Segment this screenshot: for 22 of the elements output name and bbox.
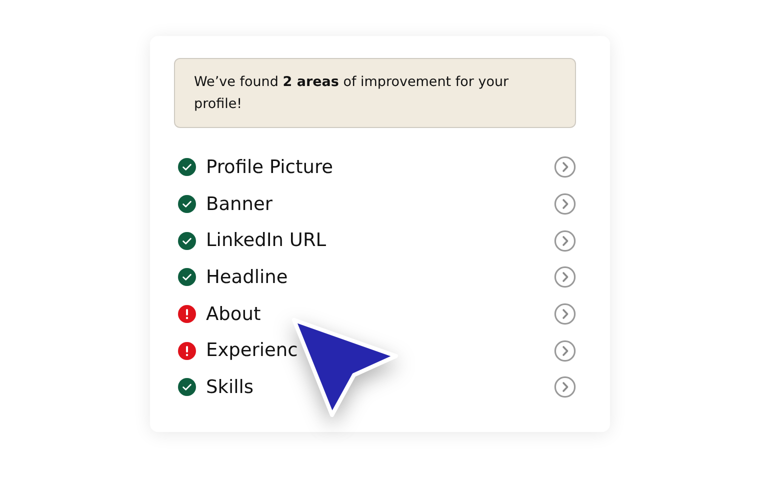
- chevron-right-icon[interactable]: [554, 376, 576, 398]
- notice-text: We’ve found 2 areas of improvement for your profile!: [194, 74, 509, 112]
- chevron-right-icon[interactable]: [554, 230, 576, 252]
- chevron-right-icon[interactable]: [554, 266, 576, 288]
- item-label[interactable]: Banner: [206, 194, 554, 215]
- item-label[interactable]: Profile Picture: [206, 156, 554, 178]
- checkmark-icon: [178, 195, 196, 214]
- chevron-right-icon[interactable]: [554, 303, 576, 326]
- item-label[interactable]: Experienc: [206, 340, 554, 362]
- item-label[interactable]: About: [206, 304, 554, 325]
- warning-icon: [178, 342, 196, 360]
- item-label[interactable]: LinkedIn URL: [206, 230, 554, 252]
- item-label[interactable]: Skills: [206, 376, 554, 398]
- chevron-right-icon[interactable]: [554, 340, 576, 362]
- checkmark-icon: [178, 268, 196, 286]
- chevron-right-icon[interactable]: [554, 156, 576, 178]
- warning-icon: [178, 305, 196, 324]
- chevron-right-icon[interactable]: [554, 193, 576, 216]
- checkmark-icon: [178, 378, 196, 396]
- checkmark-icon: [178, 232, 196, 250]
- item-label[interactable]: Headline: [206, 266, 554, 288]
- checkmark-icon: [178, 158, 196, 176]
